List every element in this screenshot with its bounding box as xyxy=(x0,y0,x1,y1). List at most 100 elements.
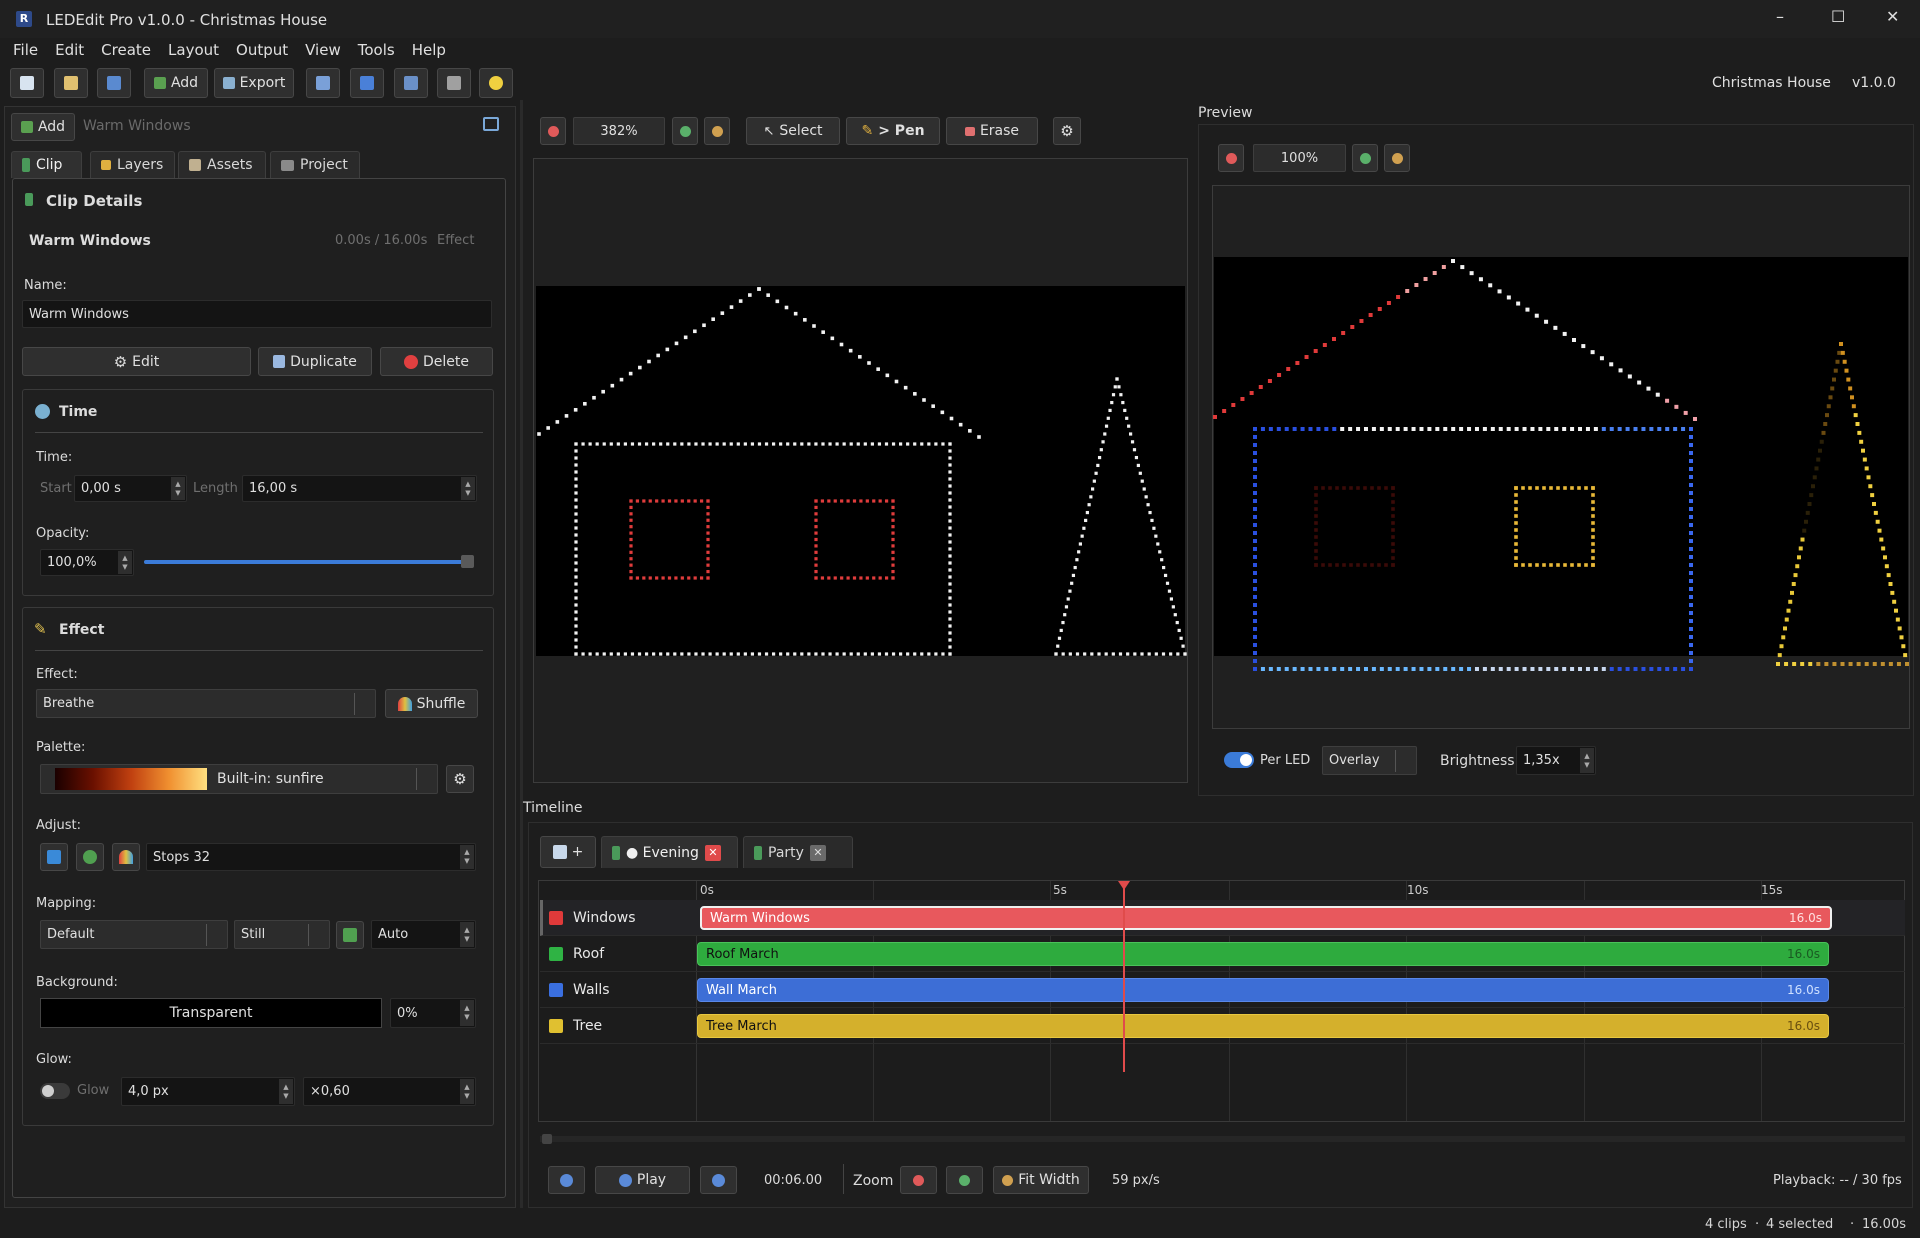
clip-roof-march[interactable]: Roof March 16.0s xyxy=(697,942,1829,966)
delete-button[interactable]: Delete xyxy=(380,347,493,376)
brightness-input[interactable]: 1,35x ▲ ▼ xyxy=(1516,746,1596,775)
motion-select[interactable]: Still xyxy=(234,920,330,949)
menu-create[interactable]: Create xyxy=(101,41,151,61)
columns-view-button[interactable] xyxy=(437,68,471,98)
glow-toggle[interactable] xyxy=(40,1083,70,1099)
track-row-roof[interactable]: Roof Roof March 16.0s xyxy=(540,936,1905,972)
tab-layers[interactable]: Layers xyxy=(90,151,175,178)
adjust-random-button[interactable] xyxy=(40,843,68,871)
skip-forward-button[interactable] xyxy=(700,1166,737,1194)
spinner[interactable]: ▲ ▼ xyxy=(460,1079,474,1104)
timeline-scrollbar[interactable] xyxy=(540,1134,1905,1144)
ruler[interactable]: 0s 5s 10s 15s xyxy=(697,881,1904,901)
editor-canvas[interactable] xyxy=(533,158,1188,783)
menu-help[interactable]: Help xyxy=(412,41,446,61)
zoom-out-button[interactable] xyxy=(540,117,566,145)
effect-select[interactable]: Breathe xyxy=(36,689,376,718)
length-input[interactable]: 16,00 s ▲ ▼ xyxy=(242,475,477,502)
menu-edit[interactable]: Edit xyxy=(55,41,84,61)
track-row-walls[interactable]: Walls Wall March 16.0s xyxy=(540,972,1905,1008)
play-button[interactable]: Play xyxy=(595,1166,690,1194)
maximize-button[interactable]: ☐ xyxy=(1831,7,1845,26)
close-tab-icon[interactable]: ✕ xyxy=(704,844,721,861)
palette-select[interactable]: Built-in: sunfire xyxy=(40,764,438,794)
zoom-fit-button[interactable] xyxy=(704,117,730,145)
blend-mode-select[interactable]: Overlay xyxy=(1322,746,1417,775)
fit-width-button[interactable]: Fit Width xyxy=(993,1166,1089,1194)
spinner[interactable]: ▲ ▼ xyxy=(118,551,132,574)
timeline-zoom-in-button[interactable] xyxy=(946,1166,983,1194)
add-button[interactable]: Add xyxy=(144,68,208,98)
spinner[interactable]: ▲ ▼ xyxy=(460,922,474,947)
skip-back-button[interactable] xyxy=(548,1166,585,1194)
duplicate-button[interactable]: Duplicate xyxy=(258,347,372,376)
opacity-slider-track[interactable] xyxy=(144,560,472,564)
menu-view[interactable]: View xyxy=(305,41,341,61)
clip-wall-march[interactable]: Wall March 16.0s xyxy=(697,978,1829,1002)
open-file-button[interactable] xyxy=(54,68,88,98)
adjust-rainbow-button[interactable] xyxy=(112,843,140,871)
editor-zoom-field[interactable]: 382% xyxy=(573,117,665,145)
background-color-button[interactable]: Transparent xyxy=(40,998,382,1028)
clip-name-input[interactable] xyxy=(22,300,492,328)
playhead[interactable] xyxy=(1123,882,1125,1072)
close-button[interactable]: ✕ xyxy=(1886,7,1899,26)
menu-output[interactable]: Output xyxy=(236,41,288,61)
erase-tool-button[interactable]: Erase xyxy=(946,117,1038,145)
spinner[interactable]: ▲ ▼ xyxy=(1580,748,1594,773)
track-row-windows[interactable]: Windows Warm Windows 16.0s xyxy=(540,900,1905,936)
opacity-input[interactable]: 100,0% ▲ ▼ xyxy=(40,549,134,576)
new-file-button[interactable] xyxy=(10,68,44,98)
scroll-thumb[interactable] xyxy=(542,1134,552,1144)
spinner[interactable]: ▲ ▼ xyxy=(460,1000,474,1026)
menu-tools[interactable]: Tools xyxy=(358,41,395,61)
timeline-zoom-out-button[interactable] xyxy=(900,1166,937,1194)
menu-file[interactable]: File xyxy=(13,41,38,61)
split-view-button[interactable] xyxy=(394,68,428,98)
glow-multiplier-input[interactable]: ×0,60 ▲ ▼ xyxy=(303,1077,476,1106)
editor-settings-button[interactable]: ⚙ xyxy=(1053,117,1081,145)
edit-button[interactable]: ⚙ Edit xyxy=(22,347,251,376)
menu-layout[interactable]: Layout xyxy=(168,41,219,61)
preview-zoom-fit-button[interactable] xyxy=(1384,144,1410,172)
left-add-button[interactable]: Add xyxy=(11,113,75,141)
background-percent-input[interactable]: 0% ▲ ▼ xyxy=(390,998,476,1028)
mapping-shuffle-button[interactable] xyxy=(336,921,364,949)
tab-clip[interactable]: Clip xyxy=(11,151,82,178)
glow-size-input[interactable]: 4,0 px ▲ ▼ xyxy=(121,1077,295,1106)
tab-assets[interactable]: Assets xyxy=(178,151,266,178)
select-tool-button[interactable]: ↖ Select xyxy=(746,117,840,145)
tab-evening[interactable]: ● Evening ✕ xyxy=(601,836,738,868)
adjust-cycle-button[interactable] xyxy=(76,843,104,871)
track-row-tree[interactable]: Tree Tree March 16.0s xyxy=(540,1008,1905,1044)
tab-party[interactable]: Party ✕ xyxy=(743,836,853,868)
pen-tool-button[interactable]: ✎ > Pen xyxy=(846,117,940,145)
playhead-handle[interactable] xyxy=(1118,881,1130,890)
preview-zoom-in-button[interactable] xyxy=(1352,144,1378,172)
minimize-button[interactable]: – xyxy=(1776,7,1784,26)
panel-layout-icon[interactable] xyxy=(483,117,499,131)
spinner[interactable]: ▲ ▼ xyxy=(461,477,475,500)
mapping-select[interactable]: Default xyxy=(40,920,228,949)
add-sequence-button[interactable]: + xyxy=(540,836,596,868)
tab-project[interactable]: Project xyxy=(270,151,360,178)
spinner[interactable]: ▲ ▼ xyxy=(279,1079,293,1104)
auto-input[interactable]: Auto ▲ ▼ xyxy=(371,920,476,949)
start-input[interactable]: 0,00 s ▲ ▼ xyxy=(74,475,187,502)
stops-input[interactable]: Stops 32 ▲ ▼ xyxy=(146,843,476,871)
tips-button[interactable] xyxy=(479,68,513,98)
preview-zoom-out-button[interactable] xyxy=(1218,144,1244,172)
zoom-in-button[interactable] xyxy=(672,117,698,145)
preview-zoom-field[interactable]: 100% xyxy=(1253,144,1346,172)
vertical-splitter[interactable] xyxy=(520,100,523,1208)
shuffle-button[interactable]: Shuffle xyxy=(385,689,478,718)
save-button[interactable] xyxy=(97,68,131,98)
clip-warm-windows[interactable]: Warm Windows 16.0s xyxy=(700,906,1832,930)
spinner[interactable]: ▲ ▼ xyxy=(171,477,185,500)
opacity-slider-handle[interactable] xyxy=(461,555,474,568)
close-tab-icon[interactable]: ✕ xyxy=(809,844,826,861)
palette-settings-button[interactable]: ⚙ xyxy=(446,765,474,793)
single-view-button[interactable] xyxy=(350,68,384,98)
export-button[interactable]: Export xyxy=(214,68,294,98)
clip-tree-march[interactable]: Tree March 16.0s xyxy=(697,1014,1829,1038)
